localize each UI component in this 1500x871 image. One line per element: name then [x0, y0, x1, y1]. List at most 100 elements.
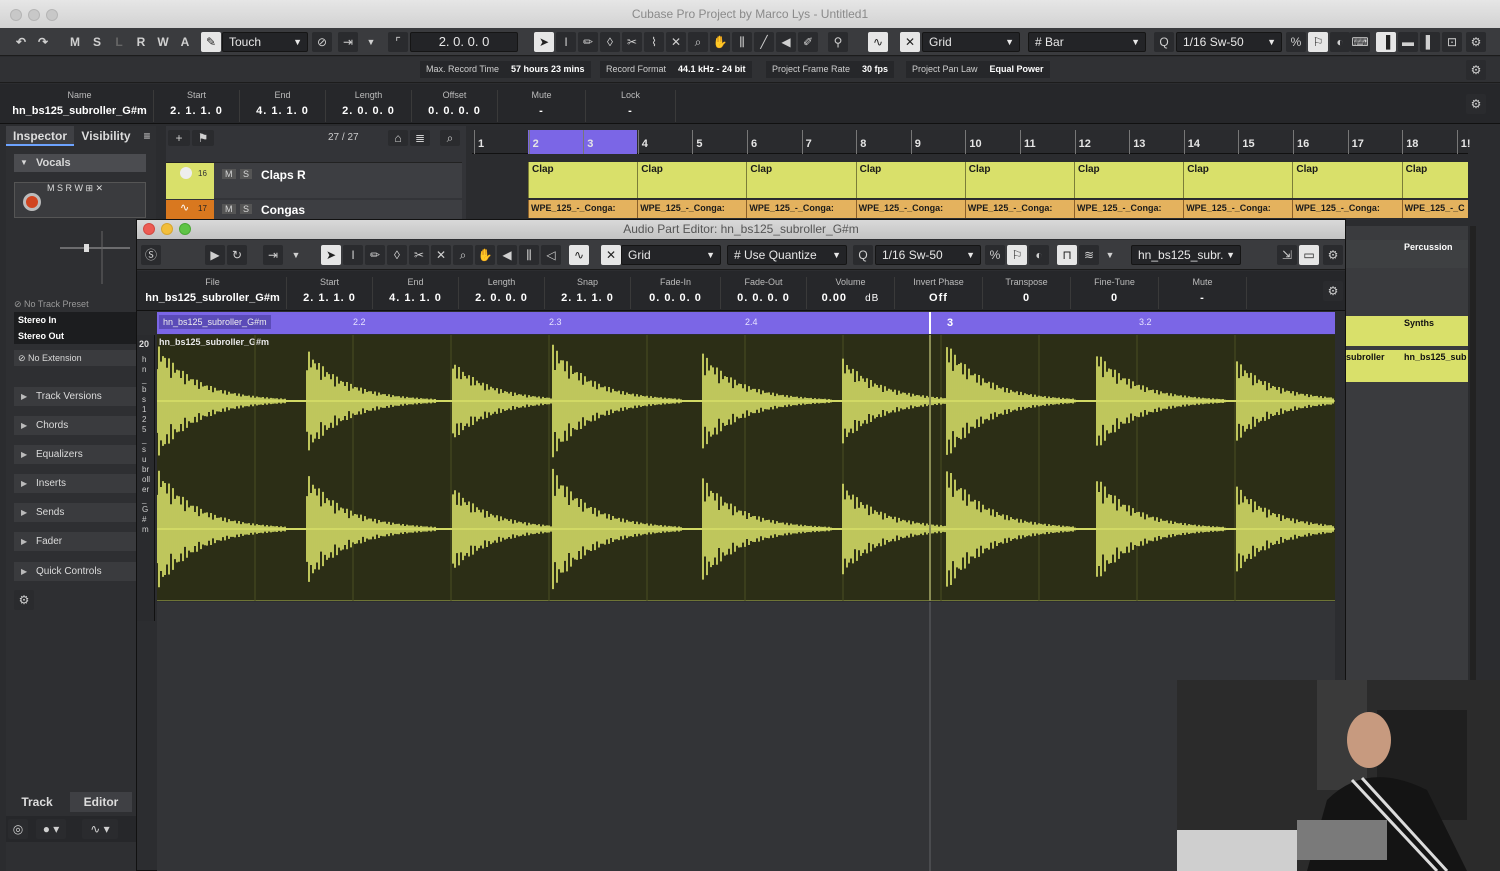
- conga-event[interactable]: WPE_125_-_Conga:: [1077, 203, 1162, 213]
- waveform-icon[interactable]: ∿ ▾: [82, 819, 118, 839]
- minimize-window-button[interactable]: [28, 9, 40, 21]
- vertical-scrollbar[interactable]: [1470, 226, 1476, 681]
- color-menu-icon[interactable]: ◐: [1029, 245, 1049, 265]
- timewarp-tool-icon[interactable]: ⫼: [519, 245, 539, 265]
- glue-tool-icon[interactable]: ⌇: [644, 32, 664, 52]
- conga-event[interactable]: WPE_125_-_Conga:: [859, 203, 944, 213]
- play-tool-icon[interactable]: ◀: [776, 32, 796, 52]
- listen-all-button[interactable]: L: [110, 32, 128, 52]
- info-mute[interactable]: Mute -: [498, 90, 586, 122]
- conga-event[interactable]: WPE_125_-_Conga:: [531, 203, 616, 213]
- grid-type-select[interactable]: # Bar ▼: [1028, 32, 1146, 52]
- play-tool-icon[interactable]: ◀: [497, 245, 517, 265]
- gear-icon[interactable]: ⚙: [1323, 245, 1343, 265]
- editor-quantize-select[interactable]: 1/16 Sw-50 ▼: [875, 245, 981, 265]
- metronome-icon[interactable]: ⚐: [1007, 245, 1027, 265]
- clap-event[interactable]: Clap: [641, 164, 663, 175]
- percussion-part[interactable]: Percussion: [1344, 240, 1468, 268]
- clap-event[interactable]: Clap: [1296, 164, 1318, 175]
- collapse-icon[interactable]: ⇲: [1277, 245, 1297, 265]
- conga-event[interactable]: WPE_125_-_Conga:: [749, 203, 834, 213]
- solo-button[interactable]: S: [240, 169, 253, 179]
- project-pan-law[interactable]: Project Pan Law Equal Power: [906, 61, 1050, 78]
- editor-ruler[interactable]: hn_bs125_subroller_G#m 2.2 2.3 2.4 3 3.2: [157, 312, 1335, 334]
- subroller-parts[interactable]: subroller hn_bs125_sub: [1344, 350, 1468, 382]
- editor-info-volume[interactable]: Volume 0.00 dB: [807, 277, 895, 309]
- info-name[interactable]: Name hn_bs125_subroller_G#m: [6, 90, 154, 122]
- quantize-icon[interactable]: Q: [1154, 32, 1174, 52]
- info-offset[interactable]: Offset 0. 0. 0. 0: [412, 90, 498, 122]
- extension-select[interactable]: ⊘ No Extension: [14, 350, 142, 366]
- range-tool-icon[interactable]: I: [556, 32, 576, 52]
- erase-tool-icon[interactable]: ◊: [387, 245, 407, 265]
- read-all-button[interactable]: R: [132, 32, 150, 52]
- auto-scroll-icon[interactable]: ⇥: [338, 32, 358, 52]
- undo-icon[interactable]: ↶: [12, 32, 30, 52]
- conga-event[interactable]: WPE_125_-_Conga:: [1186, 203, 1271, 213]
- inspector-track-name[interactable]: ▼ Vocals: [14, 154, 146, 172]
- window-layout-icon[interactable]: ▭: [1299, 245, 1319, 265]
- show-part-borders-icon[interactable]: ⊓: [1057, 245, 1077, 265]
- editor-snap-type-select[interactable]: Grid ▼: [621, 245, 721, 265]
- scrub-tool-icon[interactable]: ◁: [541, 245, 561, 265]
- editor-info-fadein[interactable]: Fade-In 0. 0. 0. 0: [631, 277, 721, 309]
- minimize-window-button[interactable]: [161, 223, 173, 235]
- object-selection-tool-icon[interactable]: ➤: [534, 32, 554, 52]
- metronome-icon[interactable]: ⚐: [1308, 32, 1328, 52]
- conga-event[interactable]: WPE_125_-_Conga:: [1295, 203, 1380, 213]
- output-routing[interactable]: Stereo Out: [14, 328, 142, 344]
- event-selector[interactable]: hn_bs125_subr. ▼: [1131, 245, 1241, 265]
- layers-icon[interactable]: ≋: [1079, 245, 1099, 265]
- clap-event[interactable]: Clap: [969, 164, 991, 175]
- menu-icon[interactable]: ≡: [138, 126, 156, 146]
- add-track-options-icon[interactable]: ⚑: [192, 130, 214, 146]
- redo-icon[interactable]: ↷: [34, 32, 52, 52]
- draw-tool-icon[interactable]: ╱: [754, 32, 774, 52]
- clap-event[interactable]: Clap: [860, 164, 882, 175]
- editor-info-finetune[interactable]: Fine-Tune 0: [1071, 277, 1159, 309]
- clap-event[interactable]: Clap: [1406, 164, 1428, 175]
- object-selection-tool-icon[interactable]: ➤: [321, 245, 341, 265]
- hitpoints-icon[interactable]: ⚲: [828, 32, 848, 52]
- mute-all-button[interactable]: M: [66, 32, 84, 52]
- snap-to-zero-icon[interactable]: ∿: [569, 245, 589, 265]
- track-claps-r[interactable]: 16 M S Claps R: [166, 162, 462, 199]
- search-icon[interactable]: ⌕: [440, 130, 460, 146]
- lower-zone-icon[interactable]: ▬: [1398, 32, 1418, 52]
- home-icon[interactable]: ⌂: [388, 130, 408, 146]
- project-ruler[interactable]: 1 2 3 4 5 6 7 8 9 10 11 12 13 14 15 16 17 18 1!: [472, 130, 1471, 154]
- split-tool-icon[interactable]: ✂: [409, 245, 429, 265]
- mute-button[interactable]: M: [222, 169, 236, 179]
- editor-info-transpose[interactable]: Transpose 0: [983, 277, 1071, 309]
- snap-on-icon[interactable]: ✕: [601, 245, 621, 265]
- section-equalizers[interactable]: ▶ Equalizers: [14, 445, 140, 464]
- editor-info-fadeout[interactable]: Fade-Out 0. 0. 0. 0: [721, 277, 807, 309]
- synths-part[interactable]: Synths: [1344, 316, 1468, 346]
- mute-button[interactable]: M: [222, 204, 236, 214]
- info-end[interactable]: End 4. 1. 1. 0: [240, 90, 326, 122]
- range-tool-icon[interactable]: I: [343, 245, 363, 265]
- tab-inspector[interactable]: Inspector: [6, 126, 74, 146]
- chevron-down-icon[interactable]: ▼: [287, 245, 305, 265]
- track-preset[interactable]: ⊘ No Track Preset: [14, 296, 142, 312]
- pencil-tool-icon[interactable]: ✏: [578, 32, 598, 52]
- editor-info-end[interactable]: End 4. 1. 1. 0: [373, 277, 459, 309]
- clap-event[interactable]: Clap: [1078, 164, 1100, 175]
- tab-track[interactable]: Track: [6, 792, 68, 812]
- pan-volume-area[interactable]: [30, 226, 140, 286]
- hand-tool-icon[interactable]: ✋: [710, 32, 730, 52]
- editor-info-mute[interactable]: Mute -: [1159, 277, 1247, 309]
- solo-button[interactable]: S: [240, 204, 253, 214]
- add-track-icon[interactable]: +: [168, 130, 190, 146]
- quantize-select[interactable]: 1/16 Sw-50 ▼: [1176, 32, 1282, 52]
- loop-icon[interactable]: ↻: [227, 245, 247, 265]
- editor-info-length[interactable]: Length 2. 0. 0. 0: [459, 277, 545, 309]
- record-mode-icon[interactable]: ● ▾: [36, 819, 66, 839]
- write-all-button[interactable]: W: [154, 32, 172, 52]
- color-menu-icon[interactable]: ◐: [1330, 32, 1350, 52]
- gear-icon[interactable]: ⚙: [14, 590, 34, 610]
- snap-on-icon[interactable]: ✕: [900, 32, 920, 52]
- track-congas[interactable]: ∿ 17 M S Congas: [166, 200, 462, 220]
- sync-icon[interactable]: ◎: [8, 819, 28, 839]
- position-display[interactable]: 2. 0. 0. 0: [410, 32, 518, 52]
